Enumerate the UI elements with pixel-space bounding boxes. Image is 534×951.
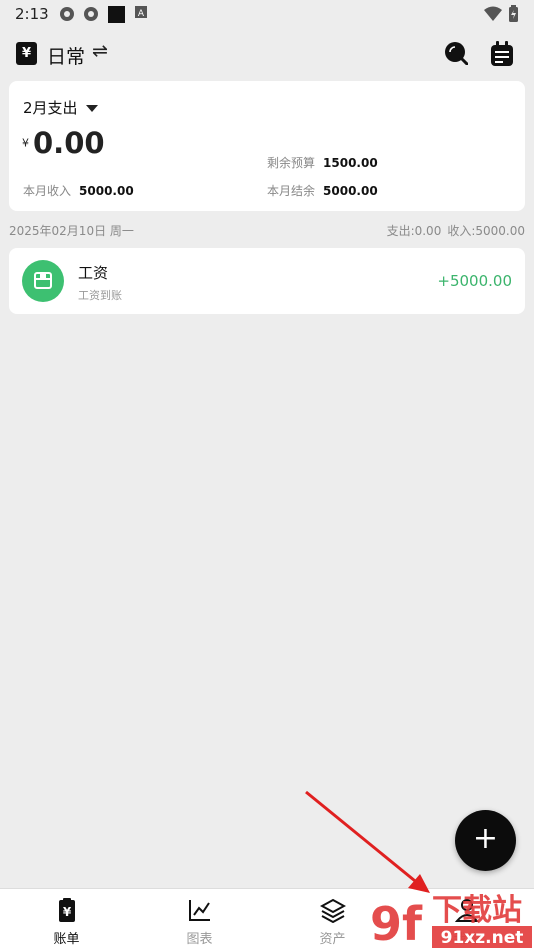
summary-card: 2月支出 ¥0.00 剩余预算 1500.00 本月收入 5000.00 本月结余 5… (9, 81, 525, 211)
battery-icon (509, 5, 518, 22)
svg-text:91xz.net: 91xz.net (441, 928, 524, 948)
watermark-logo: 9f 下载站 91xz.net (370, 893, 532, 950)
date-group-expense: 支出:0.00 (386, 224, 442, 238)
budget-remaining-label: 剩余预算 (267, 156, 316, 170)
svg-text:A: A (138, 9, 145, 18)
currency-symbol: ¥ (22, 136, 29, 150)
nav-label-charts: 图表 (186, 932, 213, 947)
wifi-icon (484, 6, 502, 21)
nav-label-bills: 账单 (53, 932, 80, 947)
status-bar: 2:13 A (0, 0, 534, 28)
nav-item-charts[interactable]: 图表 (133, 889, 266, 951)
date-group-date: 2025年02月10日 周一 (9, 224, 134, 238)
add-record-button[interactable]: + (455, 810, 516, 871)
date-group-income: 收入:5000.00 (447, 224, 525, 238)
notification-square-icon (108, 6, 125, 23)
monthly-balance-label: 本月结余 (267, 184, 316, 198)
search-icon[interactable] (444, 41, 468, 65)
switch-ledger-icon[interactable]: ⇌ (92, 40, 108, 62)
app-bar: ¥ 日常 ⇌ (0, 30, 534, 78)
dropdown-caret-icon (85, 105, 98, 112)
notification-app-icon (60, 7, 74, 21)
transaction-row[interactable]: 工资 工资到账 +5000.00 (9, 248, 525, 314)
monthly-income-value: 5000.00 (79, 184, 134, 198)
monthly-income: 本月收入 5000.00 (23, 182, 134, 199)
svg-text:¥: ¥ (63, 905, 72, 919)
status-time: 2:13 (15, 5, 49, 23)
month-selector[interactable]: 2月支出 (23, 97, 98, 118)
chart-icon (189, 900, 210, 921)
monthly-income-label: 本月收入 (23, 184, 72, 198)
budget-remaining: 剩余预算 1500.00 (267, 154, 378, 171)
transaction-amount: +5000.00 (437, 272, 512, 290)
month-label: 2月支出 (23, 99, 78, 117)
svg-text:下载站: 下载站 (432, 893, 522, 928)
nav-item-bills[interactable]: ¥ 账单 (0, 889, 133, 951)
budget-remaining-value: 1500.00 (323, 156, 378, 170)
transaction-title: 工资 (78, 264, 109, 282)
calendar-icon[interactable] (490, 41, 514, 67)
svg-text:9f: 9f (370, 897, 423, 950)
transaction-note: 工资到账 (78, 289, 122, 302)
bill-icon: ¥ (59, 898, 75, 922)
notification-a-icon: A (135, 6, 147, 18)
monthly-balance-value: 5000.00 (323, 184, 378, 198)
notification-app-icon (84, 7, 98, 21)
expense-amount: 0.00 (33, 126, 105, 160)
monthly-balance: 本月结余 5000.00 (267, 182, 378, 199)
wallet-icon (22, 260, 64, 302)
layers-icon (320, 898, 346, 923)
expense-total: ¥0.00 (22, 126, 105, 160)
date-group-totals: 支出:0.00 收入:5000.00 (387, 222, 525, 239)
ledger-book-icon[interactable]: ¥ (16, 42, 37, 65)
ledger-name[interactable]: 日常 (47, 42, 85, 69)
